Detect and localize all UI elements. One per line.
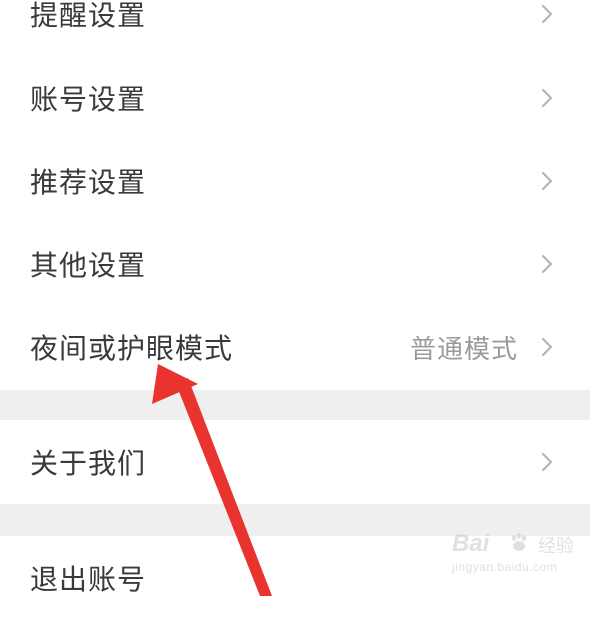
settings-item-label: 其他设置 — [30, 249, 147, 282]
chevron-right-icon — [534, 1, 560, 27]
paw-icon — [511, 533, 527, 551]
settings-item-recommend[interactable]: 推荐设置 — [0, 139, 590, 223]
settings-item-label: 夜间或护眼模式 — [30, 332, 234, 365]
settings-item-label: 提醒设置 — [30, 0, 147, 32]
chevron-right-icon — [534, 334, 560, 360]
settings-item-about[interactable]: 关于我们 — [0, 420, 590, 504]
night-mode-value: 普通模式 — [409, 334, 518, 365]
chevron-right-icon — [534, 85, 560, 111]
settings-item-label: 推荐设置 — [30, 166, 147, 199]
settings-item-night-mode[interactable]: 夜间或护眼模式 普通模式 — [0, 305, 590, 389]
watermark-url: jingyan.baidu.com — [452, 560, 558, 574]
settings-item-other[interactable]: 其他设置 — [0, 222, 590, 306]
settings-item-account[interactable]: 账号设置 — [0, 56, 590, 140]
settings-screen: 提醒设置 账号设置 推荐设置 其他设置 夜间或护眼模式 普通模式 关于我们 退出… — [0, 0, 590, 620]
watermark-brand-cn: 经验 — [538, 536, 574, 557]
settings-item-label: 关于我们 — [30, 447, 147, 480]
chevron-right-icon — [534, 168, 560, 194]
settings-item-reminder[interactable]: 提醒设置 — [0, 0, 590, 56]
baidu-jingyan-watermark: Bai 经验 jingyan.baidu.com — [452, 530, 584, 586]
chevron-right-icon — [534, 449, 560, 475]
chevron-right-icon — [534, 251, 560, 277]
settings-item-label: 账号设置 — [30, 83, 147, 116]
watermark-brand: Bai — [452, 530, 490, 557]
section-divider — [0, 390, 590, 420]
